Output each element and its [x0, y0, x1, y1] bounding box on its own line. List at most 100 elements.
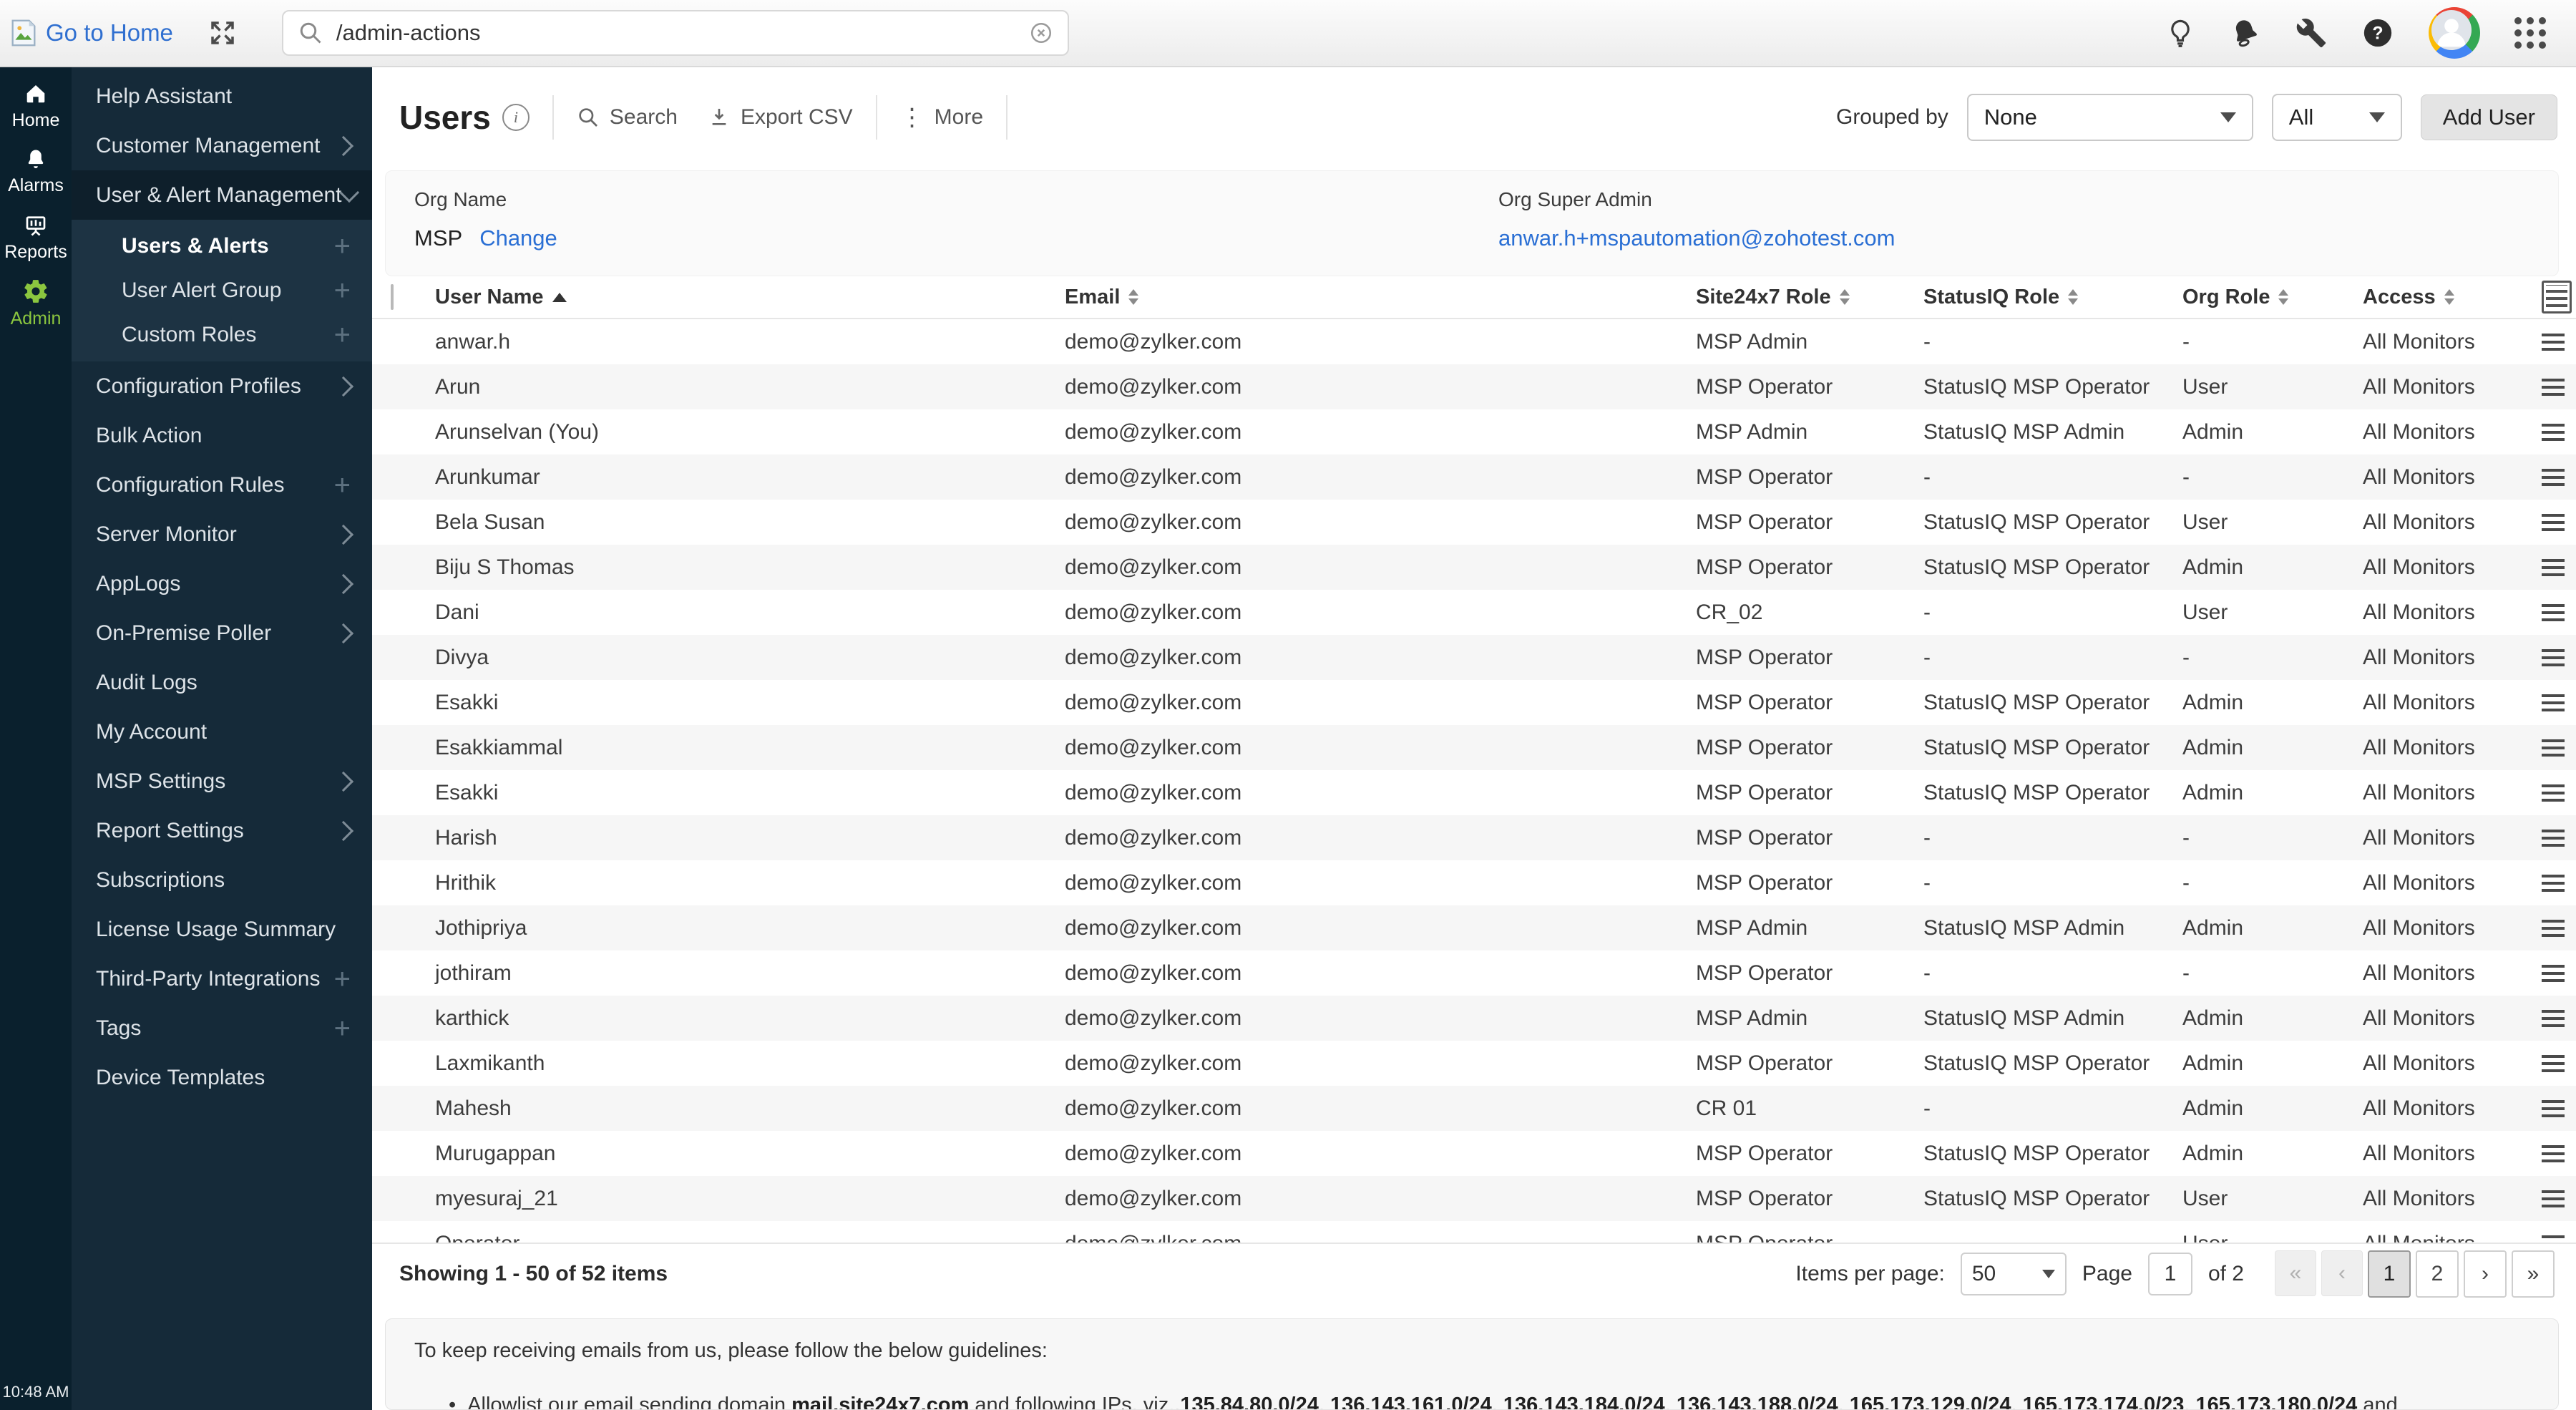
row-menu-icon[interactable] [2542, 1145, 2565, 1162]
sidebar-item-user-alert-group[interactable]: User Alert Group+ [72, 268, 372, 313]
table-row[interactable]: Danidemo@zylker.comCR_02-UserAll Monitor… [372, 590, 2576, 635]
rail-item-admin[interactable]: Admin [0, 271, 72, 336]
org-change-link[interactable]: Change [479, 225, 557, 251]
items-per-page-select[interactable]: 50 [1961, 1253, 2067, 1295]
row-menu-icon[interactable] [2542, 514, 2565, 531]
help-icon[interactable]: ? [2361, 16, 2394, 49]
table-row[interactable]: Arunselvan (You)demo@zylker.comMSP Admin… [372, 409, 2576, 454]
table-row[interactable]: Arundemo@zylker.comMSP OperatorStatusIQ … [372, 364, 2576, 409]
row-menu-icon[interactable] [2542, 469, 2565, 486]
clear-search-icon[interactable] [1029, 21, 1053, 45]
row-menu-icon[interactable] [2542, 424, 2565, 441]
sidebar-item-device-templates[interactable]: Device Templates [72, 1053, 372, 1102]
row-menu-icon[interactable] [2542, 379, 2565, 396]
sidebar-item-configuration-profiles[interactable]: Configuration Profiles [72, 361, 372, 411]
sidebar-item-applogs[interactable]: AppLogs [72, 559, 372, 608]
rail-item-home[interactable]: Home [0, 73, 72, 139]
table-row[interactable]: Maheshdemo@zylker.comCR 01-AdminAll Moni… [372, 1086, 2576, 1131]
more-button[interactable]: ⋮ More [900, 103, 983, 132]
row-menu-icon[interactable] [2542, 875, 2565, 892]
table-row[interactable]: Murugappandemo@zylker.comMSP OperatorSta… [372, 1131, 2576, 1176]
column-header-user-name[interactable]: User Name [435, 286, 1065, 309]
table-row[interactable]: Divyademo@zylker.comMSP Operator--All Mo… [372, 635, 2576, 680]
column-header-access[interactable]: Access [2363, 286, 2542, 309]
row-menu-icon[interactable] [2542, 739, 2565, 757]
pagination-button-last[interactable]: » [2512, 1250, 2555, 1298]
sidebar-item-msp-settings[interactable]: MSP Settings [72, 757, 372, 806]
table-row[interactable]: karthickdemo@zylker.comMSP AdminStatusIQ… [372, 996, 2576, 1041]
sidebar-item-third-party-integrations[interactable]: Third-Party Integrations+ [72, 954, 372, 1003]
org-super-admin-email-link[interactable]: anwar.h+mspautomation@zohotest.com [1498, 225, 1895, 251]
scope-filter-select[interactable]: All [2272, 94, 2402, 141]
row-menu-icon[interactable] [2542, 965, 2565, 982]
table-row[interactable]: jothiramdemo@zylker.comMSP Operator--All… [372, 950, 2576, 996]
sidebar-item-my-account[interactable]: My Account [72, 707, 372, 757]
column-header-site24x7-role[interactable]: Site24x7 Role [1696, 286, 1923, 309]
table-row[interactable]: anwar.hdemo@zylker.comMSP Admin--All Mon… [372, 319, 2576, 364]
sidebar-item-help-assistant[interactable]: Help Assistant [72, 72, 372, 121]
sidebar-item-configuration-rules[interactable]: Configuration Rules+ [72, 460, 372, 510]
row-menu-icon[interactable] [2542, 604, 2565, 621]
fullscreen-icon[interactable] [208, 18, 238, 48]
row-menu-icon[interactable] [2542, 694, 2565, 711]
column-header-statusiq-role[interactable]: StatusIQ Role [1923, 286, 2182, 309]
export-csv-button[interactable]: Export CSV [708, 105, 853, 130]
pagination-button-page-1[interactable]: 1 [2368, 1250, 2411, 1298]
table-row[interactable]: Esakkidemo@zylker.comMSP OperatorStatusI… [372, 680, 2576, 725]
global-search-input[interactable]: /admin-actions [282, 10, 1069, 56]
add-user-button[interactable]: Add User [2421, 94, 2557, 140]
row-menu-icon[interactable] [2542, 920, 2565, 937]
column-settings-icon[interactable] [2542, 281, 2572, 313]
sidebar-item-users-alerts[interactable]: Users & Alerts+ [72, 224, 372, 268]
sidebar-item-on-premise-poller[interactable]: On-Premise Poller [72, 608, 372, 658]
select-all-checkbox[interactable] [391, 284, 394, 310]
table-row[interactable]: Biju S Thomasdemo@zylker.comMSP Operator… [372, 545, 2576, 590]
sidebar-item-custom-roles[interactable]: Custom Roles+ [72, 313, 372, 357]
row-menu-icon[interactable] [2542, 1055, 2565, 1072]
sidebar-item-tags[interactable]: Tags+ [72, 1003, 372, 1053]
admin-tools-wrench-icon[interactable] [2296, 17, 2327, 49]
row-menu-icon[interactable] [2542, 1100, 2565, 1117]
row-menu-icon[interactable] [2542, 1235, 2565, 1243]
search-button[interactable]: Search [577, 105, 678, 130]
rail-item-reports[interactable]: Reports [0, 205, 72, 271]
row-menu-icon[interactable] [2542, 334, 2565, 351]
info-icon[interactable]: i [502, 104, 530, 131]
row-menu-icon[interactable] [2542, 1010, 2565, 1027]
table-row[interactable]: Operatordemo@zylker.comMSP Operator-User… [372, 1221, 2576, 1243]
sidebar-item-customer-management[interactable]: Customer Management [72, 121, 372, 170]
row-menu-icon[interactable] [2542, 830, 2565, 847]
apps-grid-icon[interactable] [2514, 17, 2546, 49]
sidebar-item-license-usage-summary[interactable]: License Usage Summary [72, 905, 372, 954]
table-row[interactable]: Esakkiammaldemo@zylker.comMSP OperatorSt… [372, 725, 2576, 770]
pagination-button-page-2[interactable]: 2 [2416, 1250, 2459, 1298]
table-row[interactable]: Esakkidemo@zylker.comMSP OperatorStatusI… [372, 770, 2576, 815]
sidebar-item-user-alert-management[interactable]: User & Alert Management [72, 170, 372, 220]
row-menu-icon[interactable] [2542, 559, 2565, 576]
sidebar-item-subscriptions[interactable]: Subscriptions [72, 855, 372, 905]
sidebar-item-server-monitor[interactable]: Server Monitor [72, 510, 372, 559]
page-number-input[interactable]: 1 [2148, 1253, 2192, 1295]
table-row[interactable]: Bela Susandemo@zylker.comMSP OperatorSta… [372, 500, 2576, 545]
rail-item-alarms[interactable]: Alarms [0, 139, 72, 205]
table-row[interactable]: myesuraj_21demo@zylker.comMSP OperatorSt… [372, 1176, 2576, 1221]
sidebar-item-report-settings[interactable]: Report Settings [72, 806, 372, 855]
column-header-email[interactable]: Email [1065, 286, 1696, 309]
user-avatar[interactable] [2429, 7, 2480, 59]
table-row[interactable]: Harishdemo@zylker.comMSP Operator--All M… [372, 815, 2576, 860]
lightbulb-icon[interactable] [2165, 18, 2195, 48]
go-to-home-link[interactable]: Go to Home [0, 16, 173, 49]
row-menu-icon[interactable] [2542, 1190, 2565, 1207]
row-menu-icon[interactable] [2542, 784, 2565, 802]
table-row[interactable]: Arunkumardemo@zylker.comMSP Operator--Al… [372, 454, 2576, 500]
table-row[interactable]: Jothipriyademo@zylker.comMSP AdminStatus… [372, 905, 2576, 950]
pagination-button-next[interactable]: › [2464, 1250, 2507, 1298]
column-header-org-role[interactable]: Org Role [2182, 286, 2363, 309]
grouped-by-select[interactable]: None [1967, 94, 2253, 141]
row-menu-icon[interactable] [2542, 649, 2565, 666]
sidebar-item-audit-logs[interactable]: Audit Logs [72, 658, 372, 707]
notifications-bell-icon[interactable] [2230, 17, 2261, 49]
sidebar-item-bulk-action[interactable]: Bulk Action [72, 411, 372, 460]
table-row[interactable]: Hrithikdemo@zylker.comMSP Operator--All … [372, 860, 2576, 905]
table-row[interactable]: Laxmikanthdemo@zylker.comMSP OperatorSta… [372, 1041, 2576, 1086]
